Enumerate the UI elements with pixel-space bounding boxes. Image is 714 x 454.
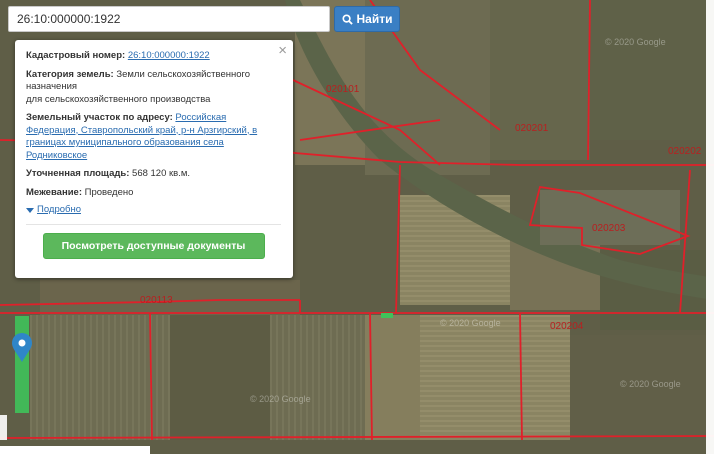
cadastral-number-link[interactable]: 26:10:000000:1922 <box>128 50 210 61</box>
map-label-020202: 020202 <box>668 146 702 157</box>
close-icon[interactable]: × <box>278 43 287 59</box>
map-watermark-2: © 2020 Google <box>440 318 501 328</box>
cadastral-number-row: Кадастровый номер: 26:10:000000:1922 <box>26 50 281 63</box>
view-documents-button[interactable]: Посмотреть доступные документы <box>42 232 265 259</box>
map-watermark-4: © 2020 Google <box>250 394 311 404</box>
area-row: Уточненная площадь: 568 120 кв.м. <box>26 168 281 181</box>
search-button[interactable]: Найти <box>334 6 400 32</box>
map-label-020203: 020203 <box>592 223 626 234</box>
map-label-020101: 020101 <box>326 84 360 95</box>
area-label: Уточненная площадь: <box>26 168 130 179</box>
search-button-label: Найти <box>356 12 393 26</box>
address-row: Земельный участок по адресу: Российская … <box>26 112 281 162</box>
land-category-value-2: для сельскохозяйственного производства <box>26 93 211 105</box>
popup-divider <box>26 223 281 225</box>
survey-value: Проведено <box>84 186 134 198</box>
map-label-020201: 020201 <box>515 123 549 134</box>
search-input[interactable] <box>9 7 329 31</box>
land-category-row: Категория земель: Земли сельскохозяйстве… <box>26 69 281 107</box>
survey-row: Межевание: Проведено <box>26 187 281 200</box>
cadastral-number-label: Кадастровый номер: <box>26 50 126 61</box>
parcel-info-popup: × Кадастровый номер: 26:10:000000:1922 К… <box>15 40 293 278</box>
address-label: Земельный участок по адресу: <box>26 112 173 123</box>
map-label-020204: 020204 <box>550 321 584 332</box>
survey-label: Межевание: <box>26 186 82 198</box>
map-label-020113: 020113 <box>140 295 173 306</box>
land-category-label: Категория земель: <box>26 68 114 80</box>
map-watermark: © 2020 Google <box>605 37 666 47</box>
map-watermark-3: © 2020 Google <box>620 379 681 389</box>
search-box[interactable] <box>8 6 330 32</box>
details-link[interactable]: Подробно <box>37 204 81 217</box>
area-value: 568 120 кв.м. <box>132 168 191 179</box>
search-icon <box>341 13 353 25</box>
details-toggle[interactable]: Подробно <box>26 204 281 217</box>
triangle-down-icon <box>26 207 34 213</box>
